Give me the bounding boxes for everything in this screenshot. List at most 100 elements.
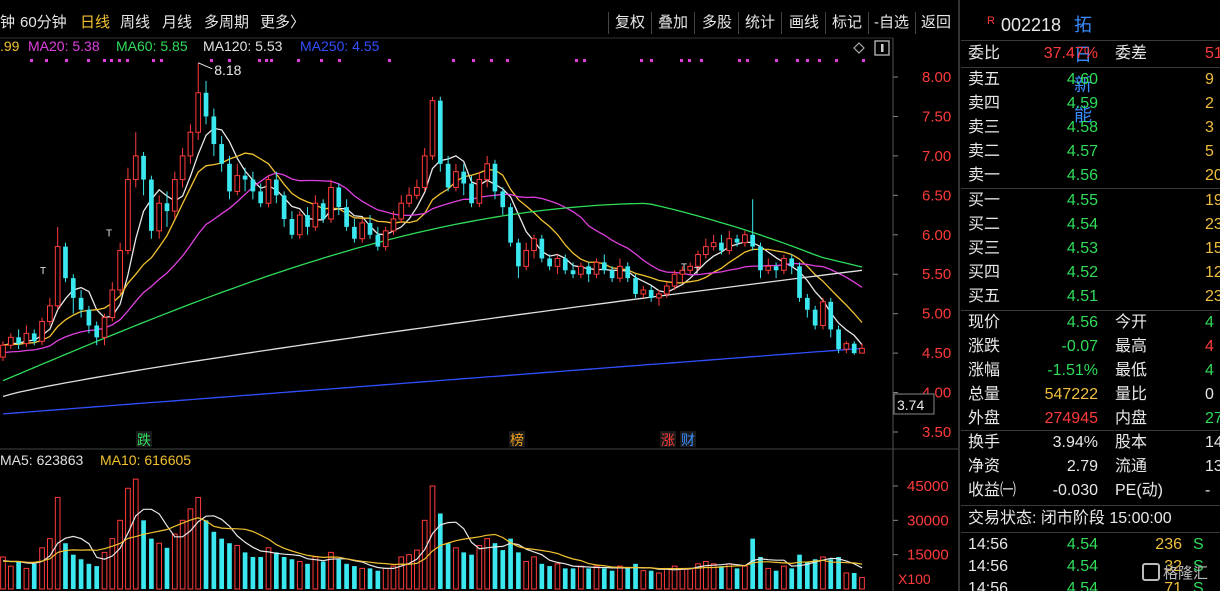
period-daily-tab[interactable]: 日线 (80, 10, 110, 36)
signal-dot (775, 59, 778, 62)
bid-level-row[interactable]: 买一 4.55 19 (961, 189, 1220, 213)
order-price: 4.59 (1066, 95, 1098, 112)
candle-body-up (687, 265, 694, 271)
volume-bar-down (367, 568, 373, 589)
tick-time: 14:56 (968, 558, 1009, 575)
candle-body-up (453, 171, 459, 188)
candle-body-down (16, 337, 21, 344)
period-60min-tab[interactable]: 60分钟 (20, 10, 67, 36)
volume-bar-up (484, 538, 491, 590)
period-minute-tab[interactable]: 钟 (0, 10, 15, 36)
candle-body-down (562, 258, 568, 271)
kline-chart[interactable]: 8.007.507.006.506.005.505.004.504.003.50… (0, 36, 958, 591)
candle-body-up (476, 179, 483, 204)
stat-row: 总量 547222 量比 0 (961, 383, 1220, 407)
period-monthly-tab[interactable]: 月线 (162, 10, 192, 36)
bid-level-row[interactable]: 买五 4.51 23 (961, 285, 1220, 309)
ask-level-row[interactable]: 卖五 4.60 9 (961, 68, 1220, 92)
ask-level-row[interactable]: 卖三 4.58 3 (961, 116, 1220, 140)
period-weekly-tab[interactable]: 周线 (120, 10, 150, 36)
ask-level-row[interactable]: 卖四 4.59 2 (961, 92, 1220, 116)
volume-bar-up (156, 542, 163, 590)
volume-bar-down (141, 520, 146, 589)
volume-bar-up (843, 572, 850, 590)
order-volume: 3 (1205, 119, 1214, 136)
volume-bar-down (461, 552, 467, 589)
order-price: 4.56 (1066, 167, 1098, 184)
candle-body-down (437, 100, 443, 164)
candle-body-down (203, 92, 209, 117)
order-volume: 23 (1205, 216, 1220, 233)
draw-line-button[interactable]: 画线 (789, 10, 819, 36)
weibi-label: 委比 (968, 45, 1001, 62)
order-price: 4.55 (1066, 192, 1098, 209)
volume-bar-up (101, 551, 108, 590)
multi-stock-button[interactable]: 多股 (702, 10, 732, 36)
stat-value: 4.56 (1066, 314, 1098, 331)
candle-body-up (710, 242, 717, 248)
volume-bar-down (78, 559, 84, 589)
candle-body-down (773, 266, 779, 271)
candle-body-up (671, 273, 678, 287)
candle-body-up (101, 317, 108, 338)
volume-bar-down (601, 568, 607, 589)
fuquan-button[interactable]: 复权 (615, 10, 645, 36)
candle-body-down (539, 238, 545, 259)
price-axis-label: 6.50 (922, 187, 951, 204)
volume-bar-down (812, 559, 818, 589)
volume-bar-down (570, 568, 576, 589)
order-volume: 15 (1205, 240, 1220, 257)
panel-divider[interactable] (958, 0, 960, 591)
volume-bar-down (547, 566, 552, 589)
stat-row: 净资 2.79 流通 13. (961, 455, 1220, 479)
more-periods-menu[interactable]: 更多〉 (260, 10, 305, 36)
candle-body-up (523, 250, 530, 267)
event-badge[interactable]: 榜 (510, 432, 524, 449)
high-marker-line (198, 62, 213, 70)
stat-value: -0.07 (1061, 338, 1098, 355)
candle-body-down (609, 270, 615, 279)
volume-bar-down (203, 520, 209, 589)
stat-label: 今开 (1115, 314, 1148, 331)
volume-bar-down (16, 561, 21, 589)
mark-button[interactable]: 标记 (832, 10, 862, 36)
maximize-icon-bar (881, 44, 884, 52)
tick-row[interactable]: 14:56 4.54 236 S (961, 533, 1220, 557)
candle-body-up (398, 202, 405, 220)
candle-body-up (843, 343, 850, 350)
overlay-button[interactable]: 叠加 (658, 10, 688, 36)
candle-body-up (234, 175, 241, 192)
order-price: 4.53 (1066, 240, 1098, 257)
volume-bar-down (734, 568, 740, 589)
signal-dot (640, 59, 643, 62)
tick-volume: 236 (1155, 536, 1182, 553)
volume-bar-up (453, 547, 459, 590)
stat-row: 收益㈠ -0.030 PE(动) - (961, 479, 1220, 503)
candle-body-up (781, 257, 787, 271)
bid-level-row[interactable]: 买四 4.52 12 (961, 261, 1220, 285)
bid-level-row[interactable]: 买三 4.53 15 (961, 237, 1220, 261)
ma10-line (2, 152, 863, 346)
ask-level-row[interactable]: 卖一 4.56 20 (961, 164, 1220, 188)
candle-body-down (305, 215, 310, 227)
remove-watchlist-button[interactable]: -自选 (874, 10, 909, 36)
multi-period-tab[interactable]: 多周期 (204, 10, 249, 36)
divider-line (961, 505, 1220, 506)
order-volume: 12 (1205, 264, 1220, 281)
event-badge[interactable]: 财 (681, 433, 695, 449)
order-volume: 2 (1205, 95, 1214, 112)
volume-bar-down (227, 543, 232, 589)
diamond-icon[interactable] (853, 42, 865, 54)
watermark-logo: 格隆汇 (1142, 562, 1208, 583)
bid-level-row[interactable]: 买二 4.54 23 (961, 213, 1220, 237)
event-badge[interactable]: 涨 (661, 433, 675, 449)
statistics-button[interactable]: 统计 (745, 10, 775, 36)
signal-dot (30, 59, 33, 62)
event-badge[interactable]: 跌 (137, 433, 151, 449)
ask-level-row[interactable]: 卖二 4.57 5 (961, 140, 1220, 164)
candle-body-down (734, 238, 740, 243)
candle-body-up (554, 257, 561, 267)
info-marker: T (694, 266, 700, 277)
back-button[interactable]: 返回 (921, 10, 951, 36)
volume-bar-up (23, 567, 30, 590)
